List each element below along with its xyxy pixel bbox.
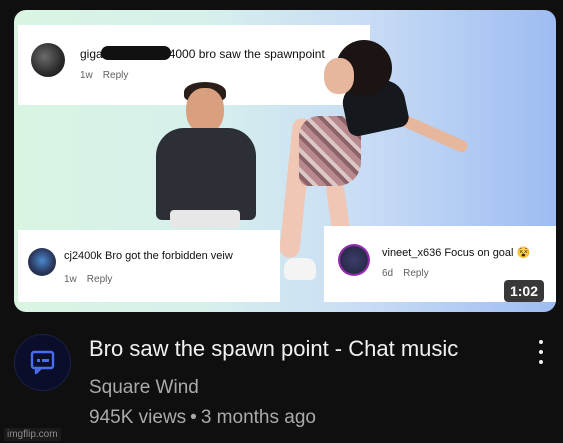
duration-badge: 1:02 bbox=[503, 280, 544, 302]
comment-age: 1w bbox=[80, 70, 93, 81]
reply-label: Reply bbox=[86, 274, 113, 285]
comment-card: cj2400k Bro got the forbidden veiw 1w Rep… bbox=[18, 230, 280, 302]
upload-age: 3 months ago bbox=[200, 407, 316, 428]
comment-meta: 6d Reply bbox=[382, 268, 429, 279]
video-title[interactable]: Bro saw the spawn point - Chat music bbox=[89, 336, 458, 362]
watermark: imgflip.com bbox=[4, 428, 61, 441]
comment-meta: 1w Reply bbox=[64, 274, 112, 285]
meta-separator: • bbox=[190, 407, 197, 428]
woman-figure-face bbox=[324, 58, 354, 94]
comment-username: vineet_x636 bbox=[382, 247, 442, 259]
comment-line: giga 4000 bro saw the spawnpoint bbox=[80, 46, 325, 61]
channel-chat-icon bbox=[30, 350, 55, 375]
video-thumbnail[interactable]: giga 4000 bro saw the spawnpoint 1w Reply … bbox=[14, 10, 556, 312]
comment-text: Focus on goal 😵 bbox=[444, 247, 531, 259]
video-info: Bro saw the spawn point - Chat music Squ… bbox=[0, 312, 563, 443]
view-count: 945K views bbox=[89, 407, 187, 428]
man-figure-jacket bbox=[156, 128, 256, 220]
comment-line: vineet_x636 Focus on goal 😵 bbox=[382, 246, 530, 259]
comment-meta: 1w Reply bbox=[80, 70, 128, 81]
reply-label: Reply bbox=[403, 268, 429, 279]
comment-username: giga bbox=[80, 47, 103, 61]
commenter-avatar bbox=[31, 43, 65, 77]
redaction-bar bbox=[100, 46, 171, 60]
video-meta: 945K views • 3 months ago bbox=[89, 407, 316, 429]
man-figure-shirt bbox=[170, 210, 240, 228]
woman-figure-shoe bbox=[284, 258, 316, 280]
reply-label: Reply bbox=[102, 70, 129, 81]
comment-age: 1w bbox=[64, 274, 77, 285]
comment-line: cj2400k Bro got the forbidden veiw bbox=[64, 250, 233, 262]
comment-text: bro saw the spawnpoint bbox=[198, 47, 325, 61]
commenter-avatar bbox=[28, 248, 56, 276]
comment-text: Bro got the forbidden veiw bbox=[104, 250, 233, 262]
comment-age: 6d bbox=[382, 268, 394, 279]
channel-avatar[interactable] bbox=[14, 334, 71, 391]
channel-name[interactable]: Square Wind bbox=[89, 377, 199, 399]
comment-username-suffix: 4000 bbox=[168, 47, 196, 61]
more-vert-icon[interactable] bbox=[534, 338, 548, 366]
comment-username: cj2400k bbox=[64, 250, 102, 262]
commenter-avatar bbox=[338, 244, 370, 276]
